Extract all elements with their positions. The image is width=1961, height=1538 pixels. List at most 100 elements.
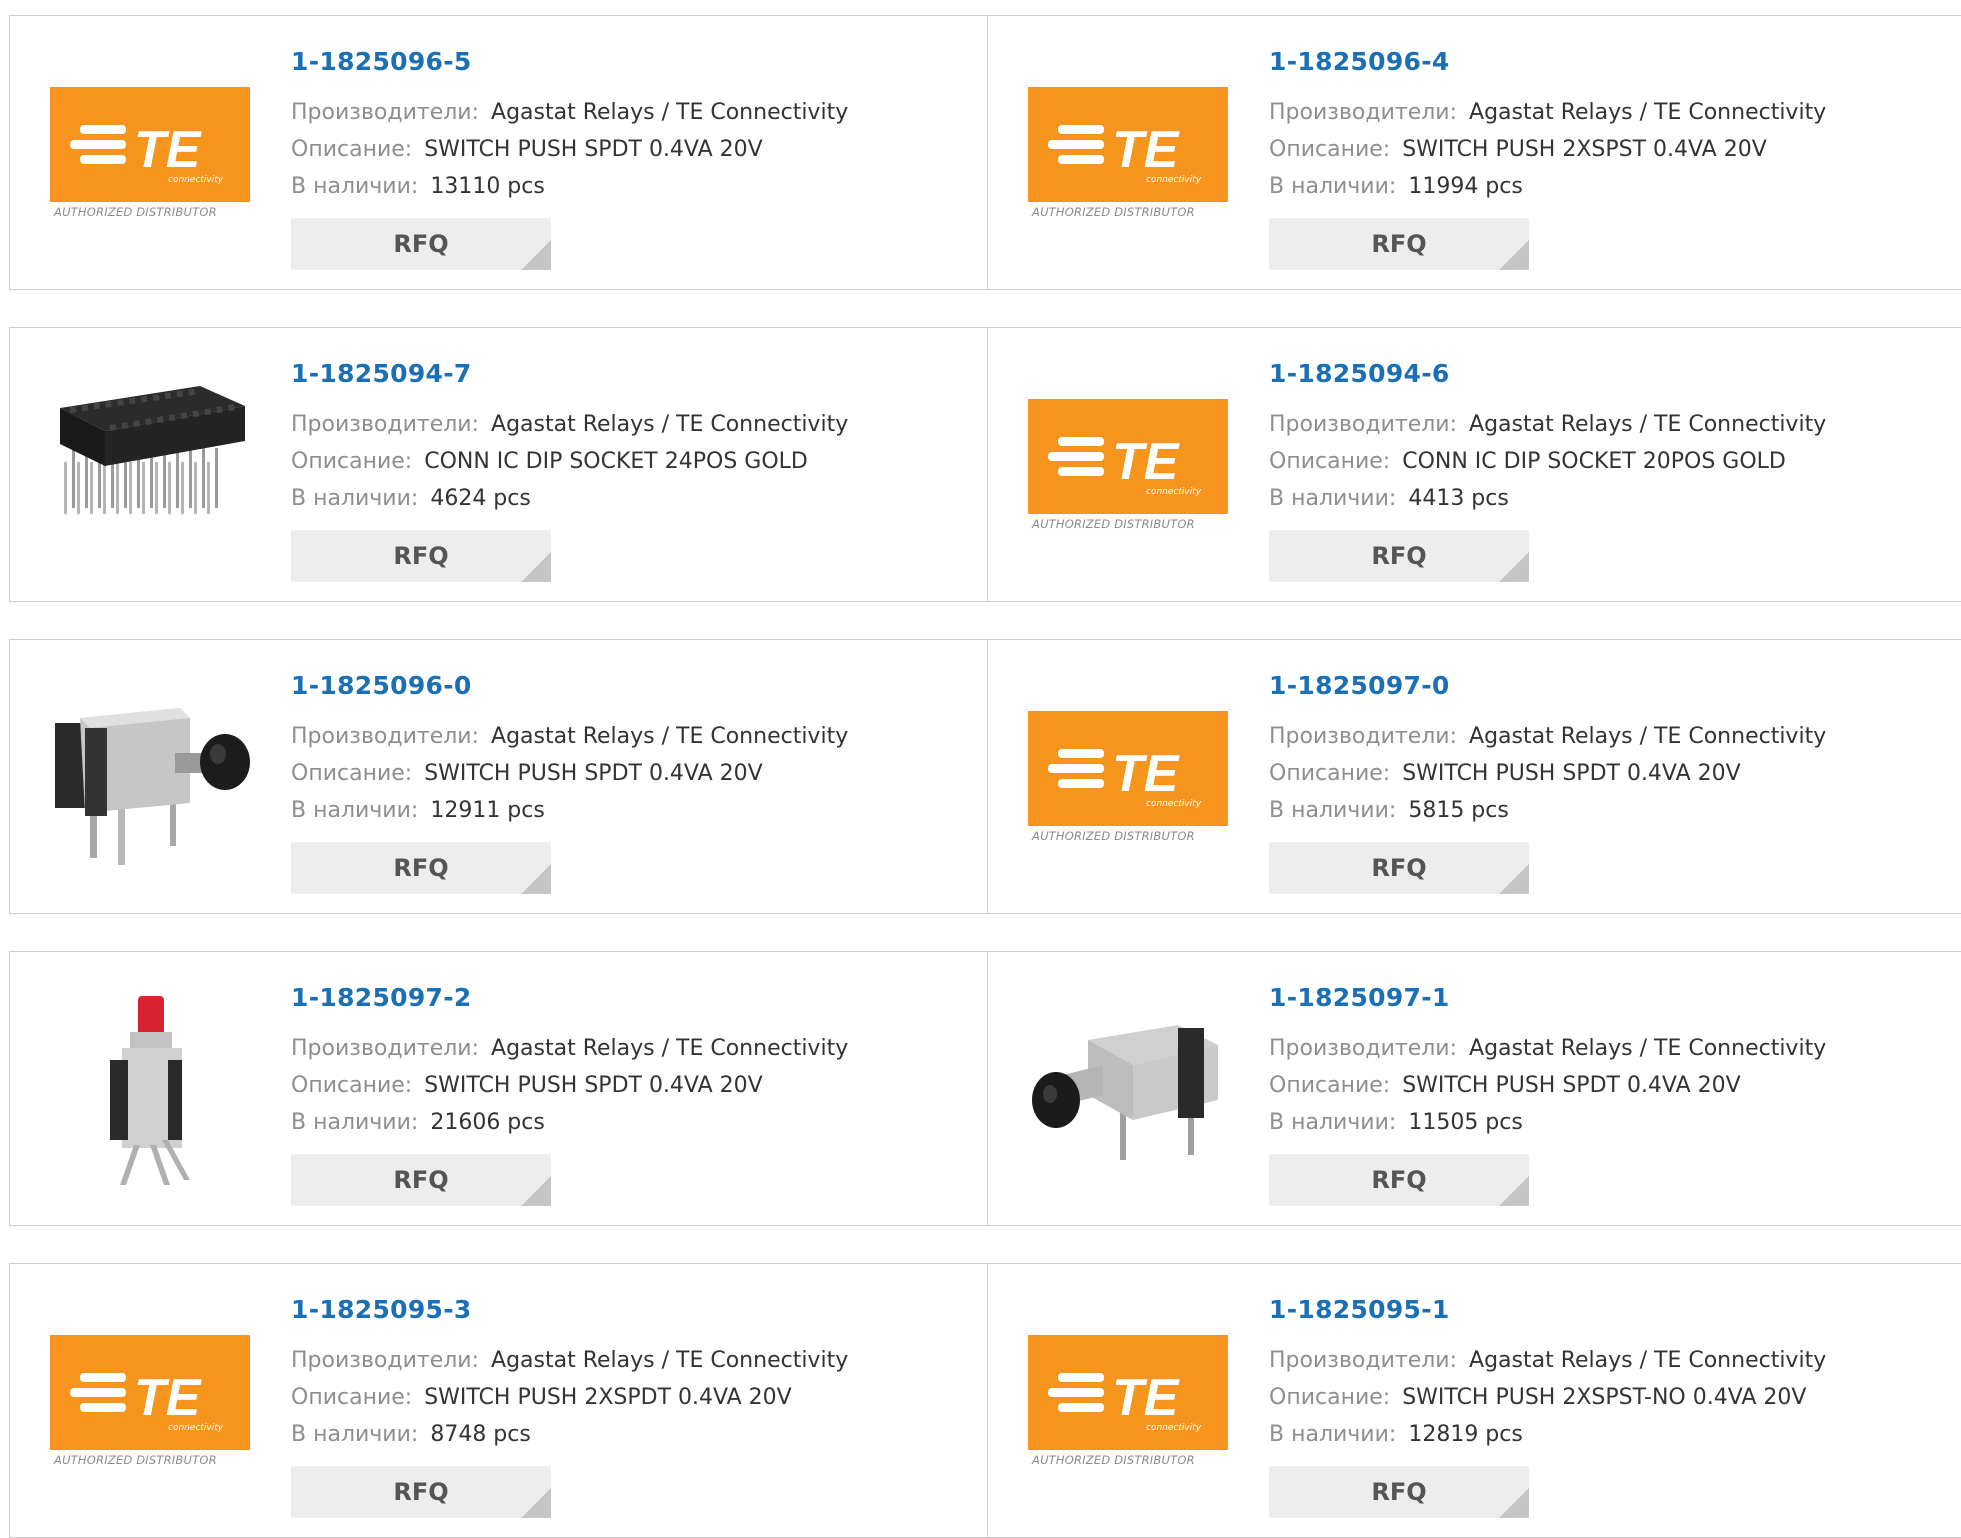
stock-label: В наличии: [1269,798,1397,823]
corner-triangle-icon [521,864,551,894]
rfq-button[interactable]: RFQ [291,530,551,582]
te-logo-text: TE [134,121,202,179]
authorized-distributor-text: AUTHORIZED DISTRIBUTOR [1032,829,1195,843]
rfq-button[interactable]: RFQ [1269,1154,1529,1206]
rfq-button[interactable]: RFQ [1269,218,1529,270]
description-value: SWITCH PUSH 2XSPST-NO 0.4VA 20V [1402,1385,1807,1410]
stock-row: В наличии: 8748 pcs [291,1422,531,1447]
part-number-link[interactable]: 1-1825094-7 [291,359,472,388]
part-number-link[interactable]: 1-1825094-6 [1269,359,1450,388]
manufacturer-label: Производители: [1269,1348,1458,1373]
description-row: Описание: SWITCH PUSH 2XSPST-NO 0.4VA 20V [1269,1385,1806,1410]
product-row: 1-1825097-2 Производители: Agastat Relays… [9,951,1961,1226]
stock-row: В наличии: 5815 pcs [1269,798,1509,823]
manufacturer-label: Производители: [291,100,480,125]
corner-triangle-icon [1499,1488,1529,1518]
te-logo-text: TE [1112,433,1180,491]
stock-label: В наличии: [1269,1422,1397,1447]
stock-row: В наличии: 11994 pcs [1269,174,1523,199]
manufacturer-value: Agastat Relays / TE Connectivity [1469,1036,1827,1061]
te-logo: TE connectivity [1028,399,1228,514]
stock-row: В наличии: 12911 pcs [291,798,545,823]
product-card: 1-1825096-0 Производители: Agastat Relays… [9,639,988,914]
part-number-link[interactable]: 1-1825096-0 [291,671,472,700]
stock-row: В наличии: 21606 pcs [291,1110,545,1135]
product-card: 1-1825097-2 Производители: Agastat Relays… [9,951,988,1226]
product-image[interactable] [50,366,250,566]
svg-text:connectivity: connectivity [168,1423,224,1433]
manufacturer-row: Производители: Agastat Relays / TE Connec… [1269,100,1826,125]
manufacturer-value: Agastat Relays / TE Connectivity [491,412,849,437]
part-number-link[interactable]: 1-1825097-2 [291,983,472,1012]
stock-row: В наличии: 4413 pcs [1269,486,1509,511]
te-logo-text: TE [1112,121,1180,179]
manufacturer-value: Agastat Relays / TE Connectivity [1469,100,1827,125]
stock-value: 21606 pcs [430,1110,545,1135]
svg-text:connectivity: connectivity [1146,799,1202,809]
part-number-link[interactable]: 1-1825097-1 [1269,983,1450,1012]
product-card: TE connectivity AUTHORIZED DISTRIBUTOR 1… [9,15,988,290]
rfq-button[interactable]: RFQ [1269,530,1529,582]
manufacturer-row: Производители: Agastat Relays / TE Connec… [291,412,848,437]
product-card: 1-1825097-1 Производители: Agastat Relays… [988,951,1961,1226]
part-number-link[interactable]: 1-1825096-4 [1269,47,1450,76]
svg-text:connectivity: connectivity [1146,1423,1202,1433]
part-number-link[interactable]: 1-1825097-0 [1269,671,1450,700]
te-logo-mark: TE connectivity [1048,433,1202,497]
rfq-button[interactable]: RFQ [1269,1466,1529,1518]
product-row: TE connectivity AUTHORIZED DISTRIBUTOR 1… [9,15,1961,290]
manufacturer-value: Agastat Relays / TE Connectivity [1469,724,1827,749]
product-image[interactable]: TE connectivity AUTHORIZED DISTRIBUTOR [50,1302,250,1502]
stock-row: В наличии: 11505 pcs [1269,1110,1523,1135]
manufacturer-value: Agastat Relays / TE Connectivity [491,1348,849,1373]
rfq-button[interactable]: RFQ [291,1466,551,1518]
product-card: TE connectivity AUTHORIZED DISTRIBUTOR 1… [988,639,1961,914]
description-row: Описание: SWITCH PUSH 2XSPDT 0.4VA 20V [291,1385,792,1410]
corner-triangle-icon [521,1488,551,1518]
description-row: Описание: CONN IC DIP SOCKET 24POS GOLD [291,449,808,474]
svg-text:connectivity: connectivity [1146,175,1202,185]
description-value: SWITCH PUSH SPDT 0.4VA 20V [424,137,763,162]
te-logo-text: TE [1112,1369,1180,1427]
part-number-link[interactable]: 1-1825095-3 [291,1295,472,1324]
product-image[interactable]: TE connectivity AUTHORIZED DISTRIBUTOR [1028,678,1228,878]
rfq-label: RFQ [393,542,449,570]
manufacturer-label: Производители: [291,412,480,437]
authorized-distributor-text: AUTHORIZED DISTRIBUTOR [54,1453,217,1467]
description-row: Описание: SWITCH PUSH SPDT 0.4VA 20V [1269,761,1741,786]
manufacturer-row: Производители: Agastat Relays / TE Connec… [291,1036,848,1061]
description-row: Описание: SWITCH PUSH SPDT 0.4VA 20V [291,761,763,786]
te-logo-mark: TE connectivity [70,1369,224,1433]
product-card: TE connectivity AUTHORIZED DISTRIBUTOR 1… [988,15,1961,290]
rfq-button[interactable]: RFQ [291,842,551,894]
dip-socket-image [60,386,245,514]
description-value: CONN IC DIP SOCKET 24POS GOLD [424,449,808,474]
product-image[interactable]: TE connectivity AUTHORIZED DISTRIBUTOR [1028,54,1228,254]
manufacturer-value: Agastat Relays / TE Connectivity [1469,1348,1827,1373]
product-image[interactable] [50,990,250,1190]
product-image[interactable]: TE connectivity AUTHORIZED DISTRIBUTOR [1028,366,1228,566]
rfq-button[interactable]: RFQ [1269,842,1529,894]
corner-triangle-icon [521,240,551,270]
rfq-button[interactable]: RFQ [291,218,551,270]
product-image[interactable] [1028,990,1228,1190]
manufacturer-label: Производители: [291,1036,480,1061]
rfq-button[interactable]: RFQ [291,1154,551,1206]
part-number-link[interactable]: 1-1825095-1 [1269,1295,1450,1324]
te-logo-mark: TE connectivity [1048,745,1202,809]
product-image[interactable]: TE connectivity AUTHORIZED DISTRIBUTOR [1028,1302,1228,1502]
manufacturer-label: Производители: [1269,724,1458,749]
manufacturer-row: Производители: Agastat Relays / TE Connec… [1269,412,1826,437]
push-switch-image [55,708,250,865]
push-switch-black-image [1032,1025,1218,1160]
description-label: Описание: [291,449,413,474]
product-image[interactable] [50,678,250,878]
stock-value: 5815 pcs [1408,798,1509,823]
manufacturer-row: Производители: Agastat Relays / TE Connec… [291,724,848,749]
stock-label: В наличии: [291,486,419,511]
part-number-link[interactable]: 1-1825096-5 [291,47,472,76]
product-row: 1-1825096-0 Производители: Agastat Relays… [9,639,1961,914]
product-card: TE connectivity AUTHORIZED DISTRIBUTOR 1… [988,1263,1961,1538]
svg-text:connectivity: connectivity [1146,487,1202,497]
product-image[interactable]: TE connectivity AUTHORIZED DISTRIBUTOR [50,54,250,254]
